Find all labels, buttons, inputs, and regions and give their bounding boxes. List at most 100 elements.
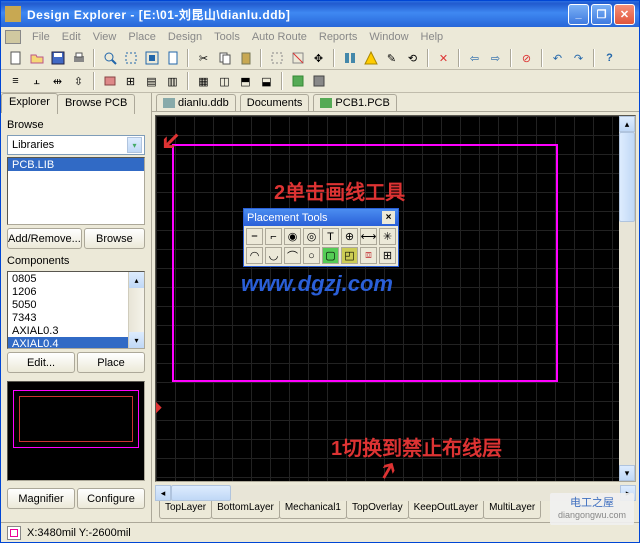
list-item[interactable]: 5050 [8, 298, 144, 311]
tab-explorer[interactable]: Explorer [1, 93, 58, 113]
configure-button[interactable]: Configure [77, 488, 145, 509]
library-icon[interactable] [341, 50, 358, 67]
fill-tool-icon[interactable]: ▢ [322, 247, 339, 264]
undo-icon[interactable]: ↶ [549, 50, 566, 67]
scroll-down-icon[interactable]: ▾ [129, 332, 144, 348]
polygon-tool-icon[interactable]: ◰ [341, 247, 358, 264]
doc-tab-pcb[interactable]: PCB1.PCB [313, 94, 396, 111]
edit-button[interactable]: Edit... [7, 352, 75, 373]
tab-browse-pcb[interactable]: Browse PCB [57, 94, 135, 114]
arc-center-tool-icon[interactable]: ◠ [246, 247, 263, 264]
paste-icon[interactable] [237, 50, 254, 67]
new-icon[interactable] [7, 50, 24, 67]
print-icon[interactable] [70, 50, 87, 67]
align-bottom-icon[interactable]: ⫠ [28, 73, 45, 90]
close-button[interactable]: ✕ [614, 4, 635, 25]
list-item[interactable]: 0805 [8, 272, 144, 285]
forward-icon[interactable]: ⇨ [487, 50, 504, 67]
cut-icon[interactable]: ✂ [195, 50, 212, 67]
pcb-canvas[interactable]: ➔ ➔ ➔ 2单击画线工具 www.dgzj.com 1切换到禁止布线层 Pla… [155, 115, 636, 482]
menu-autoroute[interactable]: Auto Route [247, 29, 312, 45]
scroll-up-icon[interactable]: ▴ [129, 272, 144, 288]
arc-edge-tool-icon[interactable]: ◡ [265, 247, 282, 264]
component-tool-icon[interactable]: ⧈ [360, 247, 377, 264]
placement-tools-window[interactable]: Placement Tools × ⎯ ⌐ ◉ ◎ T ⊕ ⟷ ✳ [243, 208, 399, 267]
layers-icon[interactable] [289, 73, 306, 90]
add-remove-button[interactable]: Add/Remove... [7, 228, 82, 249]
edit-icon[interactable]: ✎ [383, 50, 400, 67]
window-cascade-icon[interactable]: ◫ [216, 73, 233, 90]
place-button[interactable]: Place [77, 352, 145, 373]
window-tile-icon[interactable]: ▦ [195, 73, 212, 90]
layer-tab-mech[interactable]: Mechanical1 [279, 501, 347, 519]
arc-any-tool-icon[interactable]: ⌒ [284, 247, 301, 264]
open-icon[interactable] [28, 50, 45, 67]
list-item-selected[interactable]: AXIAL0.4 [8, 337, 144, 349]
mdi-icon[interactable] [5, 30, 21, 44]
snap-icon[interactable]: ⊞ [122, 73, 139, 90]
layer-tab-top[interactable]: TopLayer [159, 501, 212, 519]
lib-listbox[interactable]: PCB.LIB [7, 157, 145, 225]
vscroll-thumb[interactable] [619, 132, 635, 222]
hscroll-left-icon[interactable]: ◂ [155, 485, 171, 501]
menu-tools[interactable]: Tools [209, 29, 245, 45]
deselect-icon[interactable] [289, 50, 306, 67]
move-icon[interactable]: ✥ [310, 50, 327, 67]
zoom-fit-icon[interactable] [143, 50, 160, 67]
menu-view[interactable]: View [88, 29, 122, 45]
vscroll-down-icon[interactable]: ▾ [619, 465, 635, 481]
panel-icon[interactable] [310, 73, 327, 90]
layer-tab-overlay[interactable]: TopOverlay [346, 501, 409, 519]
pad-tool-icon[interactable]: ◉ [284, 228, 301, 245]
canvas-vscroll[interactable]: ▴ ▾ [619, 116, 635, 481]
drc-icon[interactable] [362, 50, 379, 67]
zoom-area-icon[interactable] [122, 50, 139, 67]
list-item[interactable]: AXIAL0.3 [8, 324, 144, 337]
track-tool-icon[interactable]: ⌐ [265, 228, 282, 245]
back-icon[interactable]: ⇦ [466, 50, 483, 67]
distribute-v-icon[interactable]: ⇳ [70, 73, 87, 90]
menu-edit[interactable]: Edit [57, 29, 86, 45]
menu-place[interactable]: Place [123, 29, 161, 45]
zoom-in-icon[interactable] [101, 50, 118, 67]
cross-icon[interactable]: ✕ [435, 50, 452, 67]
magnifier-button[interactable]: Magnifier [7, 488, 75, 509]
vscroll-up-icon[interactable]: ▴ [619, 116, 635, 132]
placement-close-icon[interactable]: × [382, 211, 395, 224]
flip-icon[interactable]: ⟲ [404, 50, 421, 67]
list-item[interactable]: 7343 [8, 311, 144, 324]
line-tool-icon[interactable]: ⎯ [246, 228, 263, 245]
menu-file[interactable]: File [27, 29, 55, 45]
doc-tab-ddb[interactable]: dianlu.ddb [156, 94, 236, 111]
menu-window[interactable]: Window [364, 29, 413, 45]
minimize-button[interactable]: _ [568, 4, 589, 25]
components-listbox[interactable]: 0805 1206 5050 7343 AXIAL0.3 AXIAL0.4 AX… [7, 271, 145, 349]
chevron-down-icon[interactable]: ▾ [127, 137, 142, 153]
text-tool-icon[interactable]: T [322, 228, 339, 245]
full-circle-tool-icon[interactable]: ○ [303, 247, 320, 264]
list-item[interactable]: 1206 [8, 285, 144, 298]
dimension-tool-icon[interactable]: ⟷ [360, 228, 377, 245]
component-scrollbar[interactable]: ▴ ▾ [128, 272, 144, 348]
save-icon[interactable] [49, 50, 66, 67]
room-icon[interactable] [101, 73, 118, 90]
grid-h-icon[interactable]: ▤ [143, 73, 160, 90]
copy-icon[interactable] [216, 50, 233, 67]
doc-tab-documents[interactable]: Documents [240, 94, 310, 111]
window-v-icon[interactable]: ⬓ [258, 73, 275, 90]
coordinate-tool-icon[interactable]: ⊕ [341, 228, 358, 245]
origin-tool-icon[interactable]: ✳ [379, 228, 396, 245]
via-tool-icon[interactable]: ◎ [303, 228, 320, 245]
hscroll-thumb[interactable] [171, 485, 231, 501]
browse-button[interactable]: Browse [84, 228, 145, 249]
help-icon[interactable]: ? [601, 50, 618, 67]
select-icon[interactable] [268, 50, 285, 67]
align-left-icon[interactable]: ≡ [7, 73, 24, 90]
layer-tab-multi[interactable]: MultiLayer [483, 501, 541, 519]
layer-tab-keepout[interactable]: KeepOutLayer [408, 501, 485, 519]
array-tool-icon[interactable]: ⊞ [379, 247, 396, 264]
stop-icon[interactable]: ⊘ [518, 50, 535, 67]
menu-reports[interactable]: Reports [314, 29, 363, 45]
maximize-button[interactable]: ❐ [591, 4, 612, 25]
zoom-page-icon[interactable] [164, 50, 181, 67]
